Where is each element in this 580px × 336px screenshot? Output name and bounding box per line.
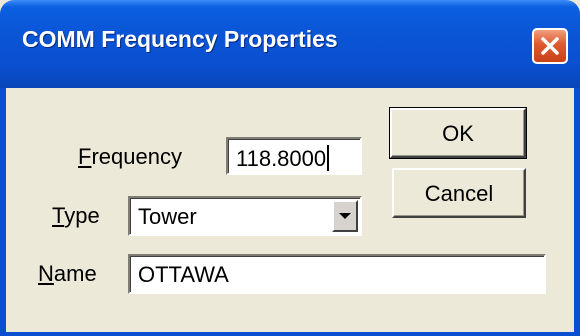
- ok-button[interactable]: OK: [389, 107, 527, 159]
- frequency-input[interactable]: 118.8000: [226, 137, 362, 175]
- dialog-title: COMM Frequency Properties: [22, 26, 338, 52]
- cancel-button[interactable]: Cancel: [392, 168, 526, 218]
- name-label: Name: [38, 261, 97, 286]
- type-label: Type: [52, 203, 100, 228]
- close-button[interactable]: [532, 28, 568, 64]
- dropdown-button[interactable]: [332, 200, 358, 232]
- close-icon: [541, 37, 559, 55]
- text-caret: [327, 145, 330, 171]
- dialog-window: COMM Frequency Properties Frequency 118.…: [0, 0, 580, 336]
- type-dropdown[interactable]: Tower: [128, 196, 362, 236]
- frequency-label: Frequency: [78, 144, 182, 169]
- title-bar[interactable]: COMM Frequency Properties: [0, 0, 580, 88]
- name-input[interactable]: OTTAWA: [128, 254, 546, 294]
- window-frame-bottom: [0, 332, 580, 336]
- window-frame-left: [0, 88, 6, 336]
- window-frame-right: [574, 88, 580, 336]
- chevron-down-icon: [339, 213, 351, 219]
